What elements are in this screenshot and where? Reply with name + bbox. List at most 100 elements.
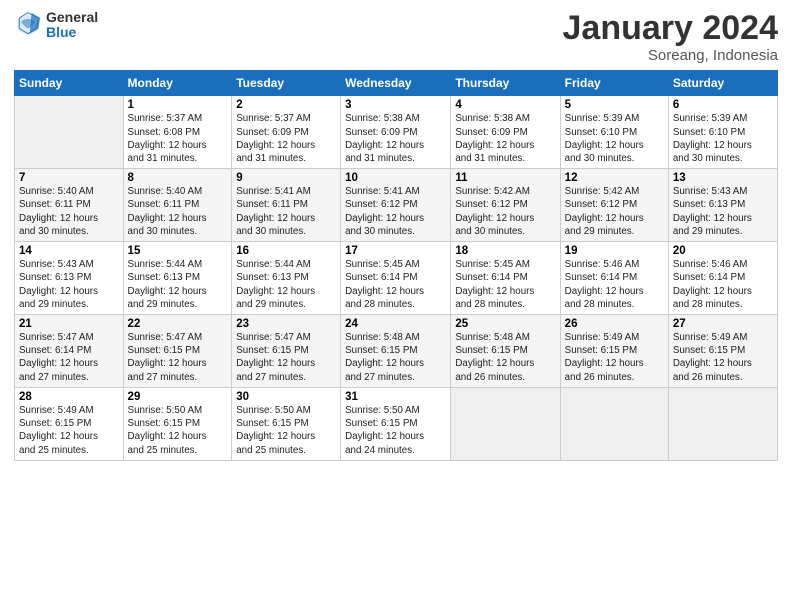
day-number: 19 <box>565 245 664 257</box>
day-number: 4 <box>455 99 555 111</box>
day-info: Sunrise: 5:46 AM Sunset: 6:14 PM Dayligh… <box>565 258 664 311</box>
calendar-cell: 30Sunrise: 5:50 AM Sunset: 6:15 PM Dayli… <box>232 387 341 460</box>
day-number: 15 <box>128 245 228 257</box>
logo-general-text: General <box>46 10 98 25</box>
day-info: Sunrise: 5:49 AM Sunset: 6:15 PM Dayligh… <box>19 404 119 457</box>
day-info: Sunrise: 5:43 AM Sunset: 6:13 PM Dayligh… <box>19 258 119 311</box>
header: General Blue January 2024 Soreang, Indon… <box>14 10 778 64</box>
day-info: Sunrise: 5:37 AM Sunset: 6:08 PM Dayligh… <box>128 112 228 165</box>
calendar-cell: 9Sunrise: 5:41 AM Sunset: 6:11 PM Daylig… <box>232 169 341 242</box>
calendar-cell: 4Sunrise: 5:38 AM Sunset: 6:09 PM Daylig… <box>451 96 560 169</box>
day-info: Sunrise: 5:38 AM Sunset: 6:09 PM Dayligh… <box>345 112 446 165</box>
calendar-cell: 13Sunrise: 5:43 AM Sunset: 6:13 PM Dayli… <box>668 169 777 242</box>
day-info: Sunrise: 5:37 AM Sunset: 6:09 PM Dayligh… <box>236 112 336 165</box>
day-number: 25 <box>455 318 555 330</box>
calendar-cell <box>451 387 560 460</box>
day-number: 3 <box>345 99 446 111</box>
day-info: Sunrise: 5:49 AM Sunset: 6:15 PM Dayligh… <box>673 331 773 384</box>
day-number: 5 <box>565 99 664 111</box>
title-block: January 2024 Soreang, Indonesia <box>563 10 779 64</box>
day-info: Sunrise: 5:49 AM Sunset: 6:15 PM Dayligh… <box>565 331 664 384</box>
col-tuesday: Tuesday <box>232 71 341 96</box>
calendar-cell: 25Sunrise: 5:48 AM Sunset: 6:15 PM Dayli… <box>451 315 560 388</box>
day-number: 12 <box>565 172 664 184</box>
day-info: Sunrise: 5:50 AM Sunset: 6:15 PM Dayligh… <box>236 404 336 457</box>
day-number: 20 <box>673 245 773 257</box>
day-info: Sunrise: 5:48 AM Sunset: 6:15 PM Dayligh… <box>345 331 446 384</box>
col-sunday: Sunday <box>15 71 124 96</box>
day-info: Sunrise: 5:42 AM Sunset: 6:12 PM Dayligh… <box>565 185 664 238</box>
calendar-cell <box>668 387 777 460</box>
calendar-header-row: Sunday Monday Tuesday Wednesday Thursday… <box>15 71 778 96</box>
day-number: 9 <box>236 172 336 184</box>
day-info: Sunrise: 5:43 AM Sunset: 6:13 PM Dayligh… <box>673 185 773 238</box>
day-number: 8 <box>128 172 228 184</box>
day-info: Sunrise: 5:42 AM Sunset: 6:12 PM Dayligh… <box>455 185 555 238</box>
day-number: 29 <box>128 391 228 403</box>
calendar-cell: 6Sunrise: 5:39 AM Sunset: 6:10 PM Daylig… <box>668 96 777 169</box>
calendar-week-5: 28Sunrise: 5:49 AM Sunset: 6:15 PM Dayli… <box>15 387 778 460</box>
day-info: Sunrise: 5:48 AM Sunset: 6:15 PM Dayligh… <box>455 331 555 384</box>
col-friday: Friday <box>560 71 668 96</box>
col-thursday: Thursday <box>451 71 560 96</box>
day-number: 7 <box>19 172 119 184</box>
day-info: Sunrise: 5:50 AM Sunset: 6:15 PM Dayligh… <box>128 404 228 457</box>
calendar-cell: 5Sunrise: 5:39 AM Sunset: 6:10 PM Daylig… <box>560 96 668 169</box>
col-monday: Monday <box>123 71 232 96</box>
day-number: 2 <box>236 99 336 111</box>
calendar-cell: 8Sunrise: 5:40 AM Sunset: 6:11 PM Daylig… <box>123 169 232 242</box>
calendar-cell: 26Sunrise: 5:49 AM Sunset: 6:15 PM Dayli… <box>560 315 668 388</box>
calendar-cell: 29Sunrise: 5:50 AM Sunset: 6:15 PM Dayli… <box>123 387 232 460</box>
calendar-cell: 22Sunrise: 5:47 AM Sunset: 6:15 PM Dayli… <box>123 315 232 388</box>
day-number: 23 <box>236 318 336 330</box>
day-number: 1 <box>128 99 228 111</box>
day-number: 17 <box>345 245 446 257</box>
calendar-cell: 31Sunrise: 5:50 AM Sunset: 6:15 PM Dayli… <box>341 387 451 460</box>
day-number: 10 <box>345 172 446 184</box>
calendar-cell: 1Sunrise: 5:37 AM Sunset: 6:08 PM Daylig… <box>123 96 232 169</box>
day-number: 18 <box>455 245 555 257</box>
calendar-week-3: 14Sunrise: 5:43 AM Sunset: 6:13 PM Dayli… <box>15 242 778 315</box>
day-info: Sunrise: 5:44 AM Sunset: 6:13 PM Dayligh… <box>128 258 228 311</box>
month-title: January 2024 <box>563 10 779 47</box>
day-number: 24 <box>345 318 446 330</box>
day-info: Sunrise: 5:41 AM Sunset: 6:11 PM Dayligh… <box>236 185 336 238</box>
day-info: Sunrise: 5:46 AM Sunset: 6:14 PM Dayligh… <box>673 258 773 311</box>
day-number: 27 <box>673 318 773 330</box>
calendar-cell: 3Sunrise: 5:38 AM Sunset: 6:09 PM Daylig… <box>341 96 451 169</box>
calendar-cell <box>560 387 668 460</box>
logo-text: General Blue <box>46 10 98 41</box>
calendar-cell: 2Sunrise: 5:37 AM Sunset: 6:09 PM Daylig… <box>232 96 341 169</box>
day-info: Sunrise: 5:39 AM Sunset: 6:10 PM Dayligh… <box>565 112 664 165</box>
calendar-cell: 21Sunrise: 5:47 AM Sunset: 6:14 PM Dayli… <box>15 315 124 388</box>
day-info: Sunrise: 5:50 AM Sunset: 6:15 PM Dayligh… <box>345 404 446 457</box>
calendar-cell: 27Sunrise: 5:49 AM Sunset: 6:15 PM Dayli… <box>668 315 777 388</box>
calendar-cell: 12Sunrise: 5:42 AM Sunset: 6:12 PM Dayli… <box>560 169 668 242</box>
calendar-week-2: 7Sunrise: 5:40 AM Sunset: 6:11 PM Daylig… <box>15 169 778 242</box>
calendar-cell: 28Sunrise: 5:49 AM Sunset: 6:15 PM Dayli… <box>15 387 124 460</box>
calendar-cell: 19Sunrise: 5:46 AM Sunset: 6:14 PM Dayli… <box>560 242 668 315</box>
calendar-cell: 18Sunrise: 5:45 AM Sunset: 6:14 PM Dayli… <box>451 242 560 315</box>
calendar-cell: 24Sunrise: 5:48 AM Sunset: 6:15 PM Dayli… <box>341 315 451 388</box>
day-info: Sunrise: 5:41 AM Sunset: 6:12 PM Dayligh… <box>345 185 446 238</box>
calendar-cell: 11Sunrise: 5:42 AM Sunset: 6:12 PM Dayli… <box>451 169 560 242</box>
calendar-cell: 10Sunrise: 5:41 AM Sunset: 6:12 PM Dayli… <box>341 169 451 242</box>
day-info: Sunrise: 5:40 AM Sunset: 6:11 PM Dayligh… <box>19 185 119 238</box>
day-info: Sunrise: 5:47 AM Sunset: 6:15 PM Dayligh… <box>128 331 228 384</box>
page: General Blue January 2024 Soreang, Indon… <box>0 0 792 612</box>
calendar-cell: 23Sunrise: 5:47 AM Sunset: 6:15 PM Dayli… <box>232 315 341 388</box>
calendar-cell: 14Sunrise: 5:43 AM Sunset: 6:13 PM Dayli… <box>15 242 124 315</box>
day-number: 28 <box>19 391 119 403</box>
logo: General Blue <box>14 10 98 41</box>
day-info: Sunrise: 5:45 AM Sunset: 6:14 PM Dayligh… <box>345 258 446 311</box>
calendar-table: Sunday Monday Tuesday Wednesday Thursday… <box>14 70 778 460</box>
day-info: Sunrise: 5:38 AM Sunset: 6:09 PM Dayligh… <box>455 112 555 165</box>
logo-icon <box>14 11 42 39</box>
day-info: Sunrise: 5:39 AM Sunset: 6:10 PM Dayligh… <box>673 112 773 165</box>
day-number: 11 <box>455 172 555 184</box>
day-info: Sunrise: 5:45 AM Sunset: 6:14 PM Dayligh… <box>455 258 555 311</box>
logo-blue-text: Blue <box>46 25 98 40</box>
calendar-cell: 17Sunrise: 5:45 AM Sunset: 6:14 PM Dayli… <box>341 242 451 315</box>
day-number: 30 <box>236 391 336 403</box>
calendar-cell: 15Sunrise: 5:44 AM Sunset: 6:13 PM Dayli… <box>123 242 232 315</box>
